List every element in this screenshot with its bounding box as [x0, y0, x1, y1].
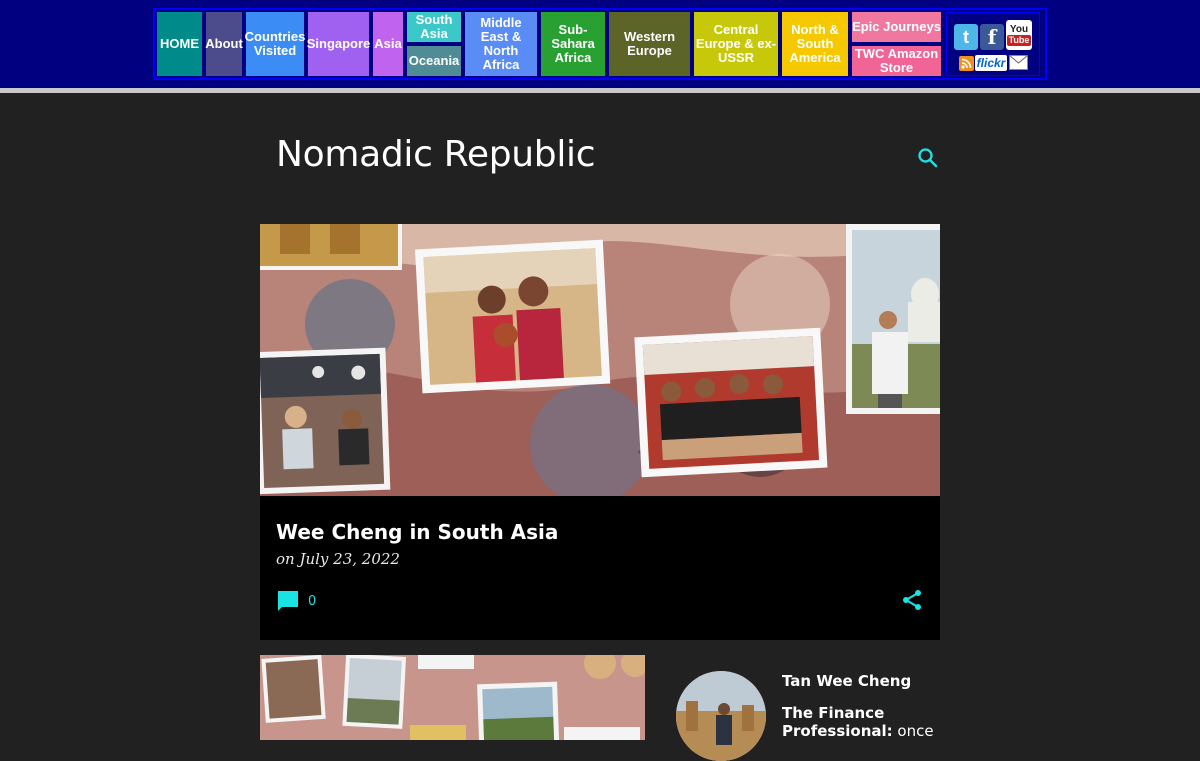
nav-divider: [0, 88, 1200, 93]
nav-north-south-america[interactable]: North & South America: [782, 12, 848, 76]
featured-post-title[interactable]: Wee Cheng in South Asia: [276, 520, 558, 544]
comment-icon[interactable]: [276, 589, 300, 613]
featured-post-date: on July 23, 2022: [276, 550, 400, 568]
nav-twc-amazon-store[interactable]: TWC Amazon Store: [852, 46, 941, 76]
nav-about[interactable]: About: [205, 12, 243, 76]
nav-sub-sahara-africa[interactable]: Sub-Sahara Africa: [541, 12, 605, 76]
nav-south-asia[interactable]: South Asia: [407, 12, 461, 42]
nav-oceania[interactable]: Oceania: [407, 46, 461, 76]
mail-icon[interactable]: [1009, 54, 1028, 70]
nav-middle-east[interactable]: Middle East & North Africa: [465, 12, 537, 76]
top-navigation-bar: HOME About Countries Visited Singapore A…: [0, 0, 1200, 88]
profile-bio-text: once: [892, 722, 934, 740]
facebook-icon[interactable]: f: [980, 24, 1004, 50]
second-post-image[interactable]: [260, 655, 645, 740]
blog-title[interactable]: Nomadic Republic: [276, 134, 596, 175]
youtube-top-text: You: [1009, 24, 1029, 35]
profile-bio-heading: The Finance Professional:: [782, 704, 893, 740]
featured-post-image[interactable]: [260, 224, 940, 496]
nav-asia[interactable]: Asia: [373, 12, 403, 76]
nav-central-europe[interactable]: Central Europe & ex-USSR: [694, 12, 778, 76]
rss-icon[interactable]: [959, 56, 974, 71]
avatar[interactable]: [676, 671, 766, 761]
featured-post-card: Wee Cheng in South Asia on July 23, 2022…: [260, 224, 940, 640]
twitter-icon[interactable]: t: [954, 24, 978, 50]
flickr-icon[interactable]: flickr: [975, 55, 1007, 71]
nav-home[interactable]: HOME: [157, 12, 202, 76]
profile-bio: The Finance Professional: once: [782, 704, 942, 740]
comment-count[interactable]: 0: [308, 594, 316, 609]
nav-western-europe[interactable]: Western Europe: [609, 12, 690, 76]
youtube-bottom-text: Tube: [1006, 35, 1032, 46]
profile-name[interactable]: Tan Wee Cheng: [782, 672, 911, 690]
nav-countries-visited[interactable]: Countries Visited: [245, 12, 305, 76]
share-icon[interactable]: [900, 588, 924, 612]
nav-epic-journeys[interactable]: Epic Journeys: [852, 12, 941, 42]
youtube-icon[interactable]: You Tube: [1006, 20, 1032, 50]
search-icon[interactable]: [916, 146, 940, 170]
nav-singapore[interactable]: Singapore: [307, 12, 370, 76]
